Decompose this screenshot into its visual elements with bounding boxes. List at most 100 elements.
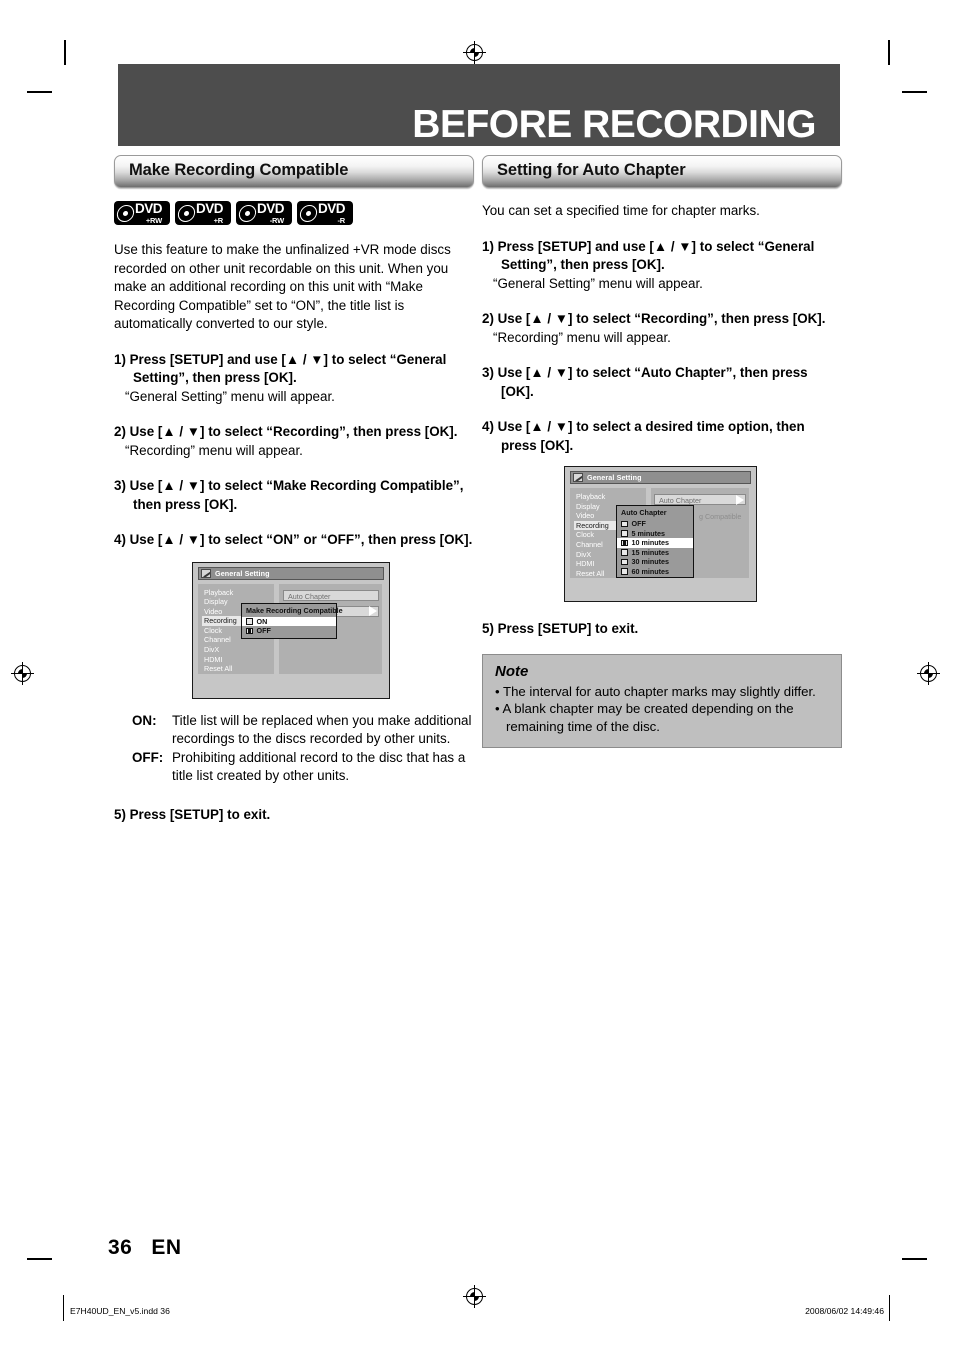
screen-nav-item-reset-all[interactable]: Reset All bbox=[202, 664, 274, 674]
definition-term-off: OFF: bbox=[132, 749, 164, 765]
checkbox-unchecked-icon[interactable] bbox=[621, 549, 628, 556]
section-header-setting-for-auto-chapter: Setting for Auto Chapter bbox=[482, 155, 842, 188]
screen-dialog-option-on[interactable]: ON bbox=[242, 616, 336, 626]
left-step-1-heading: 1) Press [SETUP] and use [▲ / ▼] to sele… bbox=[114, 351, 447, 386]
screen-nav-item-playback[interactable]: Playback bbox=[202, 588, 274, 598]
definition-term-on: ON: bbox=[132, 712, 157, 728]
language-code: EN bbox=[151, 1236, 182, 1259]
screen-option-auto-chapter[interactable]: Auto Chapter bbox=[654, 494, 746, 505]
right-step-5: 5) Press [SETUP] to exit. bbox=[482, 620, 842, 639]
checkbox-unchecked-icon[interactable] bbox=[621, 558, 628, 565]
screen-nav-item-hdmi[interactable]: HDMI bbox=[202, 655, 274, 665]
screen-titlebar: General Setting bbox=[570, 471, 751, 484]
disc-badge-dvd-plus-r: DVD +R bbox=[175, 201, 231, 225]
section-header-make-recording-compatible: Make Recording Compatible bbox=[114, 155, 474, 188]
right-step-1-heading: 1) Press [SETUP] and use [▲ / ▼] to sele… bbox=[482, 238, 815, 273]
crop-mark-top-right-horizontal bbox=[902, 91, 927, 93]
disc-icon bbox=[237, 204, 258, 222]
left-step-4-heading: 4) Use [▲ / ▼] to select “ON” or “OFF”, … bbox=[114, 532, 473, 547]
right-step-2-heading: 2) Use [▲ / ▼] to select “Recording”, th… bbox=[482, 311, 826, 326]
crop-mark-top-right-vertical bbox=[888, 40, 890, 65]
right-step-5-heading: 5) Press [SETUP] to exit. bbox=[482, 621, 639, 636]
registration-mark-left bbox=[11, 662, 34, 685]
left-step-3: 3) Use [▲ / ▼] to select “Make Recording… bbox=[114, 477, 474, 514]
disc-icon bbox=[298, 204, 319, 222]
page-number: 36 bbox=[108, 1236, 133, 1259]
section-title-left: Make Recording Compatible bbox=[129, 161, 349, 179]
screen-nav-item-playback[interactable]: Playback bbox=[574, 492, 646, 502]
left-step-1: 1) Press [SETUP] and use [▲ / ▼] to sele… bbox=[114, 351, 474, 407]
screen-dialog-title: Auto Chapter bbox=[621, 508, 667, 517]
right-step-3: 3) Use [▲ / ▼] to select “Auto Chapter”,… bbox=[482, 364, 842, 401]
disc-badge-sub-label: +R bbox=[213, 215, 224, 225]
crop-mark-top-left-horizontal bbox=[27, 91, 52, 93]
note-title: Note bbox=[495, 662, 529, 680]
right-step-3-heading: 3) Use [▲ / ▼] to select “Auto Chapter”,… bbox=[482, 365, 808, 399]
left-step-4: 4) Use [▲ / ▼] to select “ON” or “OFF”, … bbox=[114, 531, 474, 550]
left-intro-paragraph: Use this feature to make the unfinalized… bbox=[114, 242, 451, 331]
disc-badge-main-label: DVD bbox=[135, 201, 163, 216]
registration-mark-right bbox=[917, 662, 940, 685]
section-title-right: Setting for Auto Chapter bbox=[497, 161, 686, 179]
checkbox-unchecked-icon[interactable] bbox=[246, 618, 253, 625]
definition-row-off: OFF: Prohibiting additional record to th… bbox=[114, 749, 474, 786]
screen-dialog-option-30-minutes[interactable]: 30 minutes bbox=[617, 557, 693, 567]
screen-dialog-option-5-minutes-label: 5 minutes bbox=[631, 528, 666, 538]
screen-dialog-option-off-label: OFF bbox=[256, 626, 271, 636]
definition-desc-on: Title list will be replaced when you mak… bbox=[172, 712, 472, 747]
page-header-banner: BEFORE RECORDING bbox=[118, 64, 840, 146]
disc-badge-dvd-plus-rw: DVD +RW bbox=[114, 201, 170, 225]
screen-title: General Setting bbox=[215, 568, 270, 578]
right-column: Setting for Auto Chapter You can set a s… bbox=[482, 155, 842, 748]
left-step-1-subtext: “General Setting” menu will appear. bbox=[125, 388, 335, 404]
right-step-4-heading: 4) Use [▲ / ▼] to select a desired time … bbox=[482, 419, 805, 453]
disc-compatibility-badges: DVD +RW DVD +R DVD -RW DVD -R bbox=[114, 201, 474, 225]
screen-dialog-option-15-minutes[interactable]: 15 minutes bbox=[617, 548, 693, 558]
page-title: BEFORE RECORDING bbox=[412, 103, 816, 146]
screen-dialog-option-off[interactable]: OFF bbox=[242, 626, 336, 636]
left-step-2-heading: 2) Use [▲ / ▼] to select “Recording”, th… bbox=[114, 424, 458, 439]
screen-nav-item-divx[interactable]: DivX bbox=[202, 645, 274, 655]
footer-rule-left bbox=[63, 1295, 64, 1321]
note-box: Note • The interval for auto chapter mar… bbox=[482, 653, 842, 748]
footer-timestamp: 2008/06/02 14:49:46 bbox=[805, 1306, 884, 1316]
left-step-5: 5) Press [SETUP] to exit. bbox=[114, 806, 474, 825]
left-step-2-subtext: “Recording” menu will appear. bbox=[125, 442, 303, 458]
definition-row-on: ON: Title list will be replaced when you… bbox=[114, 712, 474, 749]
disc-badge-main-label: DVD bbox=[318, 201, 346, 216]
right-intro-paragraph: You can set a specified time for chapter… bbox=[482, 203, 760, 218]
left-column: Make Recording Compatible DVD +RW DVD +R… bbox=[114, 155, 474, 824]
screen-option-auto-chapter[interactable]: Auto Chapter bbox=[283, 589, 379, 601]
disc-icon bbox=[115, 204, 136, 222]
tool-icon bbox=[201, 568, 211, 578]
screen-dialog-option-off[interactable]: OFF bbox=[617, 519, 693, 529]
checkbox-unchecked-icon[interactable] bbox=[621, 530, 628, 537]
registration-mark-top bbox=[463, 41, 486, 64]
crop-mark-bottom-right-horizontal bbox=[902, 1258, 927, 1260]
checkbox-checked-icon[interactable] bbox=[246, 627, 253, 634]
screen-titlebar: General Setting bbox=[198, 566, 384, 580]
screen-dialog-title: Make Recording Compatible bbox=[246, 605, 343, 615]
screen-dialog-option-60-minutes[interactable]: 60 minutes bbox=[617, 567, 693, 577]
checkbox-unchecked-icon[interactable] bbox=[621, 568, 628, 575]
disc-badge-dvd-minus-r: DVD -R bbox=[297, 201, 353, 225]
screen-dialog-option-on-label: ON bbox=[256, 616, 268, 626]
page-number-block: 36 EN bbox=[108, 1236, 182, 1260]
screen-dialog-make-recording-compatible: Make Recording Compatible ON OFF bbox=[241, 602, 343, 639]
disc-icon bbox=[176, 204, 197, 222]
disc-badge-sub-label: +RW bbox=[145, 215, 163, 225]
screen-dialog-option-off-label: OFF bbox=[631, 519, 646, 529]
disc-badge-main-label: DVD bbox=[257, 201, 285, 216]
screen-dialog-option-10-minutes[interactable]: 10 minutes bbox=[617, 538, 693, 548]
checkbox-unchecked-icon[interactable] bbox=[621, 520, 628, 527]
screen-dialog-option-10-minutes-label: 10 minutes bbox=[631, 538, 670, 548]
note-item-2: • A blank chapter may be created dependi… bbox=[495, 701, 794, 734]
definition-desc-off: Prohibiting additional record to the dis… bbox=[172, 749, 466, 784]
registration-mark-bottom bbox=[463, 1285, 486, 1308]
screen-dialog-option-30-minutes-label: 30 minutes bbox=[631, 557, 670, 567]
left-step-5-heading: 5) Press [SETUP] to exit. bbox=[114, 806, 271, 822]
checkbox-checked-icon[interactable] bbox=[621, 539, 628, 546]
screen-dialog-option-5-minutes[interactable]: 5 minutes bbox=[617, 529, 693, 539]
screen-dialog-option-15-minutes-label: 15 minutes bbox=[631, 547, 670, 557]
screen-dialog-option-60-minutes-label: 60 minutes bbox=[631, 566, 670, 576]
